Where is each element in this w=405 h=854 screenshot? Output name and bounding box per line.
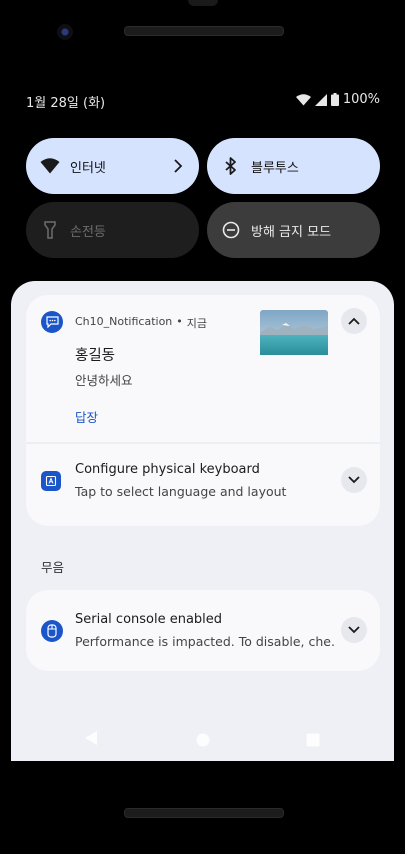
- battery-icon: [330, 93, 339, 106]
- keyboard-settings-icon: [41, 471, 61, 491]
- back-triangle-icon: [85, 731, 97, 745]
- notification-shade: Ch10_Notification • 지금 홍길동 안녕하세요 답장 Conf…: [11, 281, 394, 761]
- nav-home-button[interactable]: [196, 732, 210, 751]
- chevron-down-icon: [348, 626, 360, 634]
- top-bezel-notch: [188, 0, 218, 6]
- header-separator: •: [176, 315, 183, 328]
- status-icons: 100%: [295, 92, 380, 107]
- chevron-down-icon: [348, 476, 360, 484]
- bluetooth-icon: [221, 156, 241, 176]
- nav-recents-button[interactable]: [306, 732, 320, 751]
- status-date: 1월 28일 (화): [26, 96, 106, 111]
- front-camera: [57, 24, 73, 40]
- message-notification[interactable]: Ch10_Notification • 지금 홍길동 안녕하세요 답장: [26, 295, 380, 443]
- notification-thumbnail-image: [260, 310, 328, 355]
- chevron-right-icon: [173, 156, 183, 180]
- wifi-signal-icon: [295, 93, 311, 105]
- recents-square-icon: [306, 733, 320, 747]
- bottom-speaker: [124, 808, 284, 818]
- tile-do-not-disturb[interactable]: 방해 금지 모드: [207, 202, 380, 258]
- nav-back-button[interactable]: [84, 730, 98, 750]
- expand-serial-button[interactable]: [341, 617, 367, 643]
- do-not-disturb-icon: [221, 220, 241, 240]
- message-time: 지금: [186, 317, 208, 330]
- tile-bluetooth-label: 블루투스: [251, 160, 299, 176]
- message-text: 안녕하세요: [75, 373, 133, 388]
- tile-bluetooth[interactable]: 블루투스: [207, 138, 380, 194]
- cell-signal-icon: [314, 93, 327, 106]
- flashlight-icon: [40, 220, 60, 240]
- serial-notification-title: Serial console enabled: [75, 612, 223, 627]
- keyboard-notification-text: Tap to select language and layout: [75, 484, 287, 499]
- keyboard-notification-title: Configure physical keyboard: [75, 462, 260, 477]
- tile-flashlight-label: 손전등: [70, 224, 106, 240]
- serial-console-icon: [41, 620, 63, 642]
- serial-console-notification[interactable]: Serial console enabled Performance is im…: [26, 590, 380, 671]
- message-header: Ch10_Notification • 지금: [75, 315, 207, 331]
- message-sender: 홍길동: [75, 348, 116, 364]
- tile-flashlight[interactable]: 손전등: [26, 202, 199, 258]
- status-bar: 1월 28일 (화) 100%: [26, 92, 380, 111]
- silent-section-label: 무음: [41, 560, 65, 575]
- serial-notification-text: Performance is impacted. To disable, che…: [75, 634, 335, 649]
- reply-button[interactable]: 답장: [75, 407, 98, 426]
- tile-internet[interactable]: 인터넷: [26, 138, 199, 194]
- message-app-name: Ch10_Notification: [75, 315, 173, 328]
- wifi-icon: [40, 156, 60, 176]
- chat-app-icon: [41, 311, 63, 333]
- keyboard-notification[interactable]: Configure physical keyboard Tap to selec…: [26, 444, 380, 526]
- earpiece-speaker: [124, 26, 284, 36]
- tile-dnd-label: 방해 금지 모드: [251, 224, 332, 240]
- collapse-message-button[interactable]: [341, 308, 367, 334]
- battery-percent: 100%: [342, 92, 380, 107]
- chevron-up-icon: [348, 317, 360, 325]
- home-circle-icon: [196, 733, 210, 747]
- notification-group-card: Ch10_Notification • 지금 홍길동 안녕하세요 답장 Conf…: [26, 295, 380, 526]
- phone-frame: 1월 28일 (화) 100% 인터넷 블루투스 손전등 방해 금지 모드 Ch…: [0, 0, 405, 854]
- tile-internet-label: 인터넷: [70, 160, 106, 176]
- expand-keyboard-button[interactable]: [341, 467, 367, 493]
